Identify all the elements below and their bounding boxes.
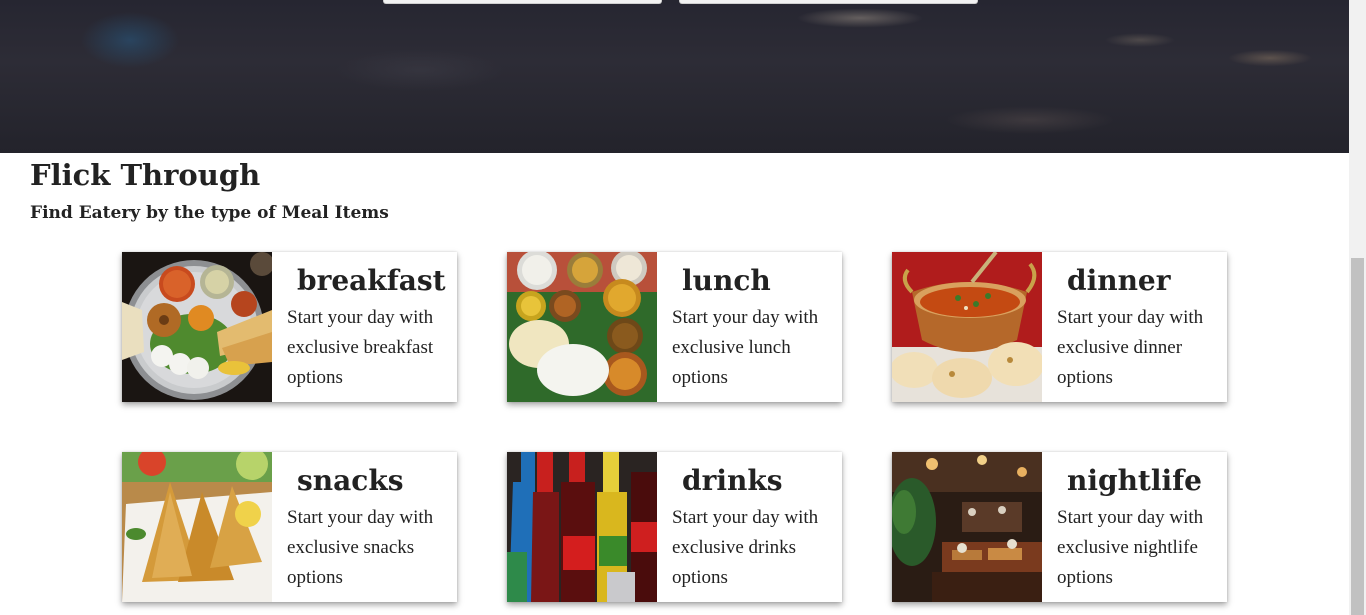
breakfast-image xyxy=(122,252,272,402)
nightlife-image xyxy=(892,452,1042,602)
dinner-image xyxy=(892,252,1042,402)
card-description: Start your day with exclusive lunch opti… xyxy=(672,307,819,388)
card-description: Start your day with exclusive breakfast … xyxy=(287,307,434,388)
section-subtitle: Find Eatery by the type of Meal Items xyxy=(30,203,389,223)
meal-card-breakfast[interactable]: breakfast Start your day with exclusive … xyxy=(122,252,457,402)
card-title: lunch xyxy=(682,264,771,297)
card-description: Start your day with exclusive snacks opt… xyxy=(287,507,434,588)
meal-card-nightlife[interactable]: nightlife Start your day with exclusive … xyxy=(892,452,1227,602)
card-title: drinks xyxy=(682,464,783,497)
card-title: snacks xyxy=(297,464,404,497)
meal-card-lunch[interactable]: lunch Start your day with exclusive lunc… xyxy=(507,252,842,402)
card-title: dinner xyxy=(1067,264,1171,297)
page-scrollbar[interactable] xyxy=(1349,0,1366,615)
search-input[interactable] xyxy=(679,0,978,4)
card-description: Start your day with exclusive nightlife … xyxy=(1057,507,1204,588)
lunch-image xyxy=(507,252,657,402)
meal-card-dinner[interactable]: dinner Start your day with exclusive din… xyxy=(892,252,1227,402)
card-description: Start your day with exclusive dinner opt… xyxy=(1057,307,1204,388)
card-title: nightlife xyxy=(1067,464,1202,497)
card-title: breakfast xyxy=(297,264,446,297)
location-input[interactable] xyxy=(383,0,662,4)
snacks-image xyxy=(122,452,272,602)
scrollbar-thumb[interactable] xyxy=(1351,258,1364,615)
hero-banner xyxy=(0,0,1349,153)
card-description: Start your day with exclusive drinks opt… xyxy=(672,507,819,588)
meal-card-drinks[interactable]: drinks Start your day with exclusive dri… xyxy=(507,452,842,602)
section-title: Flick Through xyxy=(30,158,261,192)
meal-card-snacks[interactable]: snacks Start your day with exclusive sna… xyxy=(122,452,457,602)
drinks-image xyxy=(507,452,657,602)
page: Flick Through Find Eatery by the type of… xyxy=(0,0,1349,615)
